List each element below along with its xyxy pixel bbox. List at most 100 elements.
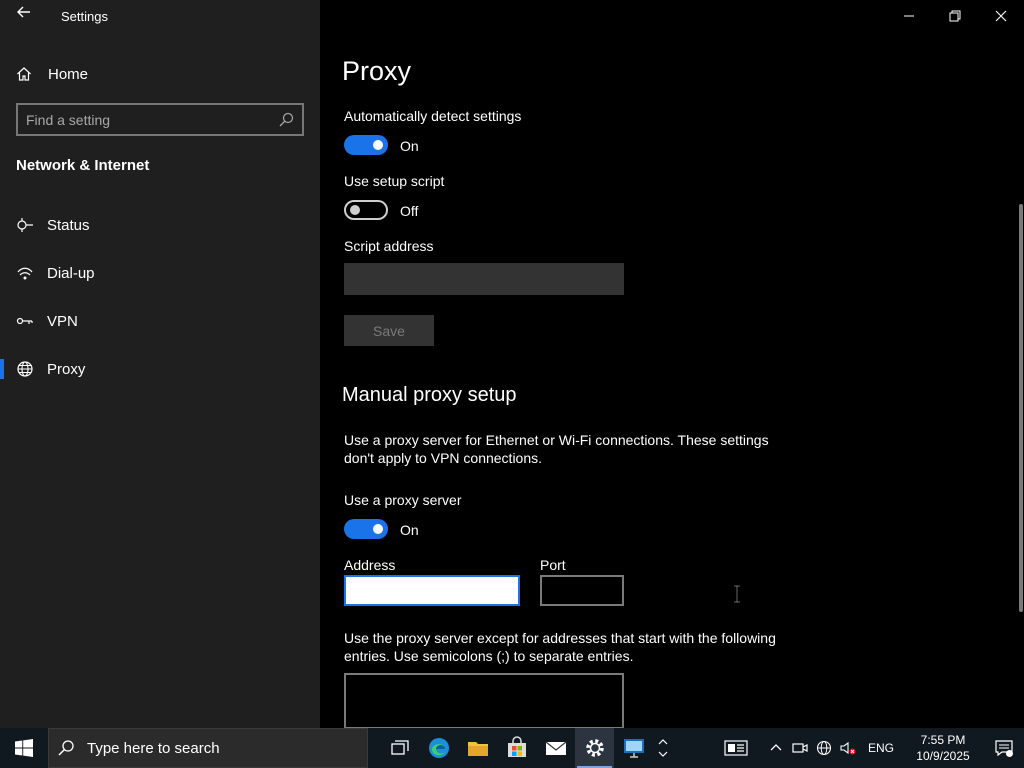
find-setting-search[interactable] [16,103,304,136]
use-proxy-state: On [400,522,419,538]
script-address-input[interactable] [344,263,624,295]
notification-icon [995,740,1013,757]
settings-icon [585,739,604,757]
back-arrow-icon [17,6,30,18]
minimize-icon [904,15,914,17]
script-address-label: Script address [344,238,434,254]
home-icon [17,67,31,81]
toggle-knob [373,140,383,150]
desc-line: entries. Use semicolons (;) to separate … [344,648,634,664]
meet-now-button[interactable] [788,728,812,768]
restore-button[interactable] [932,0,978,32]
scrollbar[interactable] [1018,32,1024,728]
remote-desktop-button[interactable] [614,728,653,768]
news-button[interactable] [716,728,756,768]
store-icon [507,736,526,757]
proxy-settings-content: Proxy Automatically detect settings On U… [320,0,1024,728]
exceptions-description: Use the proxy server except for addresse… [344,629,804,665]
address-input[interactable] [344,575,520,606]
auto-detect-state: On [400,138,419,154]
page-title: Proxy [342,56,412,86]
sidebar-item-vpn[interactable]: VPN [0,301,320,341]
desc-line: Use the proxy server except for addresse… [344,630,776,646]
chevron-up-down-icon [658,739,668,757]
sidebar-item-proxy[interactable]: Proxy [0,349,320,389]
restore-icon [949,10,961,22]
setup-script-toggle[interactable] [344,200,388,220]
manual-proxy-heading: Manual proxy setup [342,384,517,406]
section-title: Network & Internet [16,157,150,174]
port-input[interactable] [540,575,624,606]
exceptions-textarea[interactable] [344,673,624,728]
windows-logo-icon [15,739,33,757]
home-label: Home [48,65,89,83]
search-icon [58,740,74,756]
search-input[interactable] [26,111,278,128]
sidebar-item-status[interactable]: Status [0,205,320,245]
status-icon [16,216,34,234]
sidebar-item-label: VPN [47,312,78,330]
show-hidden-icons-button[interactable] [764,728,788,768]
app-title: Settings [61,9,108,24]
system-tray: ENG 7:55 PM 10/9/2025 [716,728,1024,768]
store-button[interactable] [497,728,536,768]
close-button[interactable] [978,0,1024,32]
file-explorer-button[interactable] [458,728,497,768]
task-view-icon [390,740,409,755]
network-button[interactable] [812,728,836,768]
scrollbar-thumb[interactable] [1019,204,1023,612]
chevron-up-icon [770,744,782,751]
taskbar: Type here to search ENG 7:55 PM 10/9/202… [0,728,1024,768]
toggle-knob [350,205,360,215]
taskbar-search-placeholder: Type here to search [87,739,220,757]
news-icon [724,740,748,756]
auto-detect-toggle[interactable] [344,135,388,155]
back-button[interactable] [12,4,36,28]
desc-line: don't apply to VPN connections. [344,450,543,466]
clock-time: 7:55 PM [920,733,966,747]
sidebar-item-label: Dial-up [47,264,95,282]
toggle-knob [373,524,383,534]
auto-detect-label: Automatically detect settings [344,108,522,124]
start-button[interactable] [0,728,48,768]
setup-script-label: Use setup script [344,173,445,189]
clock-date: 10/9/2025 [916,749,970,763]
taskbar-scroll-button[interactable] [653,728,673,768]
settings-button[interactable] [575,728,614,768]
save-button[interactable]: Save [344,315,434,346]
sidebar-item-label: Status [47,216,90,234]
minimize-button[interactable] [886,0,932,32]
text-cursor-icon [734,585,740,603]
close-icon [995,10,1007,22]
volume-muted-icon [840,741,856,755]
home-nav-item[interactable]: Home [16,62,88,86]
mail-button[interactable] [536,728,575,768]
volume-button[interactable] [836,728,860,768]
use-proxy-label: Use a proxy server [344,492,462,508]
use-proxy-toggle[interactable] [344,519,388,539]
clock[interactable]: 7:55 PM 10/9/2025 [902,732,984,764]
sidebar-item-dialup[interactable]: Dial-up [0,253,320,293]
mail-icon [545,741,566,755]
sidebar-item-label: Proxy [47,360,86,378]
file-explorer-icon [467,742,488,756]
settings-sidebar: Settings Home Network & Internet Status … [0,0,320,728]
desc-line: Use a proxy server for Ethernet or Wi-Fi… [344,432,769,448]
action-center-button[interactable] [984,728,1024,768]
edge-button[interactable] [419,728,458,768]
taskbar-search[interactable]: Type here to search [48,728,368,768]
globe-icon [16,360,34,378]
edge-icon [428,738,449,758]
manual-proxy-description: Use a proxy server for Ethernet or Wi-Fi… [344,431,794,467]
video-icon [792,743,808,753]
vpn-icon [16,312,34,330]
language-indicator[interactable]: ENG [860,741,902,755]
window-controls [886,0,1024,32]
globe-icon [816,740,832,756]
search-icon [279,112,294,126]
port-label: Port [540,557,566,573]
address-label: Address [344,557,396,573]
dialup-icon [16,264,34,282]
task-view-button[interactable] [380,728,419,768]
remote-desktop-icon [623,739,644,758]
